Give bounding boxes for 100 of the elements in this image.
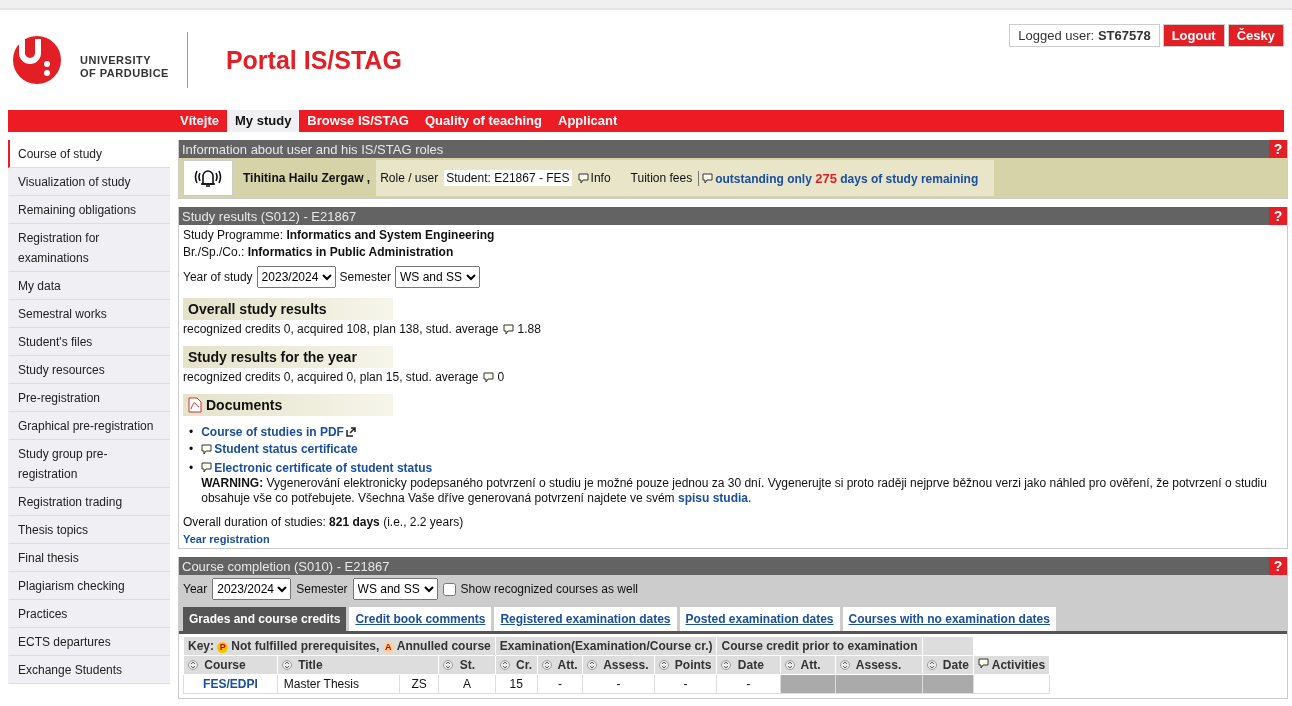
- bullet: •: [189, 425, 194, 439]
- logged-user: Logged user: ST67578: [1009, 24, 1160, 47]
- sidebar-item[interactable]: Semestral works: [8, 300, 170, 328]
- sort-icon[interactable]: [926, 660, 937, 670]
- sidebar-item[interactable]: Registration trading: [8, 488, 170, 516]
- results-tab[interactable]: Courses with no examination dates: [842, 607, 1056, 631]
- file-link[interactable]: spisu studia: [677, 491, 748, 505]
- results-text: recognized credits 0, acquired 0, plan 15, stud. average: [183, 370, 479, 384]
- document-link[interactable]: Course of studies in PDF: [201, 425, 344, 439]
- sidebar-item[interactable]: Final thesis: [8, 544, 170, 572]
- duration-text: Overall duration of studies: 821 days (i.e., 2.2 years): [183, 515, 465, 530]
- sort-icon[interactable]: [839, 660, 850, 670]
- documents-title: Documents: [206, 397, 283, 413]
- logout-button[interactable]: Logout: [1162, 24, 1225, 47]
- sidebar-item[interactable]: ECTS departures: [8, 628, 170, 656]
- results-tab[interactable]: Grades and course credits: [183, 607, 347, 631]
- comment-icon: [577, 172, 589, 184]
- sidebar-item[interactable]: Graphical pre-registration: [8, 412, 170, 440]
- results-tab[interactable]: Posted examination dates: [679, 607, 840, 631]
- sort-icon[interactable]: [587, 660, 598, 670]
- sort-icon[interactable]: [499, 660, 510, 670]
- sort-icon[interactable]: [721, 660, 732, 670]
- sidebar-item[interactable]: Study resources: [8, 356, 170, 384]
- key-legend: Key: P Not fulfilled prerequisites, A Annulled course: [183, 636, 496, 656]
- university-name: UNIVERSITY OF PARDUBICE: [80, 54, 169, 80]
- sidebar-item[interactable]: Visualization of study: [8, 168, 170, 196]
- sidebar-item[interactable]: My data: [8, 272, 170, 300]
- recognized-checkbox[interactable]: [442, 582, 456, 596]
- sidebar-item[interactable]: Remaining obligations: [8, 196, 170, 224]
- sort-icon[interactable]: [443, 660, 454, 670]
- bell-icon: [194, 167, 222, 189]
- help-button[interactable]: ?: [1269, 140, 1287, 158]
- section-title: Course completion (S010) - E21867: [182, 558, 390, 574]
- section-title: Information about user and his IS/STAG roles: [182, 141, 444, 157]
- year-select[interactable]: 2023/2024: [212, 578, 292, 600]
- average-value: 0: [497, 370, 505, 384]
- sort-icon[interactable]: [541, 660, 552, 670]
- comment-icon: [201, 462, 213, 473]
- sort-icon[interactable]: [188, 660, 198, 670]
- comment-icon: [482, 371, 494, 383]
- notification-button[interactable]: [183, 160, 233, 196]
- sort-icon[interactable]: [784, 660, 795, 670]
- sort-icon[interactable]: [658, 660, 669, 670]
- semester-label: Semester: [339, 270, 391, 284]
- sidebar-item[interactable]: Pre-registration: [8, 384, 170, 412]
- role-value[interactable]: Student: E21867 - FES: [444, 170, 572, 186]
- university-logo[interactable]: [12, 35, 62, 85]
- semester-select[interactable]: WS and SS: [394, 266, 480, 288]
- sidebar-item[interactable]: Practices: [8, 600, 170, 628]
- role-label: Role / user: [380, 171, 439, 185]
- average-value: 1.88: [517, 322, 541, 336]
- bullet: •: [189, 460, 194, 477]
- sidebar-item[interactable]: Course of study: [8, 140, 170, 168]
- column-header[interactable]: Activities: [973, 655, 1050, 675]
- section-title: Study results (S012) - E21867: [182, 208, 357, 224]
- comment-icon: [201, 443, 213, 455]
- sidebar-item[interactable]: Plagiarism checking: [8, 572, 170, 600]
- year-label: Year: [183, 582, 208, 596]
- nav-tab[interactable]: My study: [227, 110, 300, 132]
- sidebar-item[interactable]: Student's files: [8, 328, 170, 356]
- programme-text: Study Programme: Informatics and System Engineering: [183, 228, 496, 243]
- column-group-header: Course credit prior to examination: [716, 636, 922, 656]
- subsection-heading: Study results for the year: [183, 346, 393, 368]
- comment-icon: [702, 172, 714, 184]
- comment-icon: [977, 658, 989, 669]
- bullet: •: [189, 442, 194, 458]
- sort-icon[interactable]: [281, 660, 292, 670]
- branch-text: Br./Sp./Co.: Informatics in Public Administration: [183, 245, 455, 260]
- comment-icon: [502, 323, 514, 335]
- sidebar-item[interactable]: Exchange Students: [8, 656, 170, 684]
- results-text: recognized credits 0, acquired 108, plan 138, stud. average: [183, 322, 499, 336]
- fees-label: Tuition fees: [630, 171, 693, 185]
- external-link-icon: [345, 427, 356, 437]
- info-label[interactable]: Info: [590, 171, 611, 185]
- user-name: Tihitina Hailu Zergaw ,: [242, 171, 372, 185]
- language-button[interactable]: Česky: [1227, 24, 1284, 47]
- nav-tab[interactable]: Browse IS/STAG: [299, 110, 417, 132]
- sidebar-item[interactable]: Thesis topics: [8, 516, 170, 544]
- results-tab[interactable]: Credit book comments: [349, 607, 492, 631]
- sidebar-item[interactable]: Registration for examinations: [8, 224, 170, 272]
- document-link[interactable]: Student status certificate: [214, 442, 358, 456]
- portal-title: Portal IS/STAG: [225, 45, 402, 75]
- semester-select[interactable]: WS and SS: [352, 578, 438, 600]
- fees-link[interactable]: outstanding only 275 days of study remaining: [698, 170, 979, 186]
- column-group-header: Examination(Examination/Course cr.): [495, 636, 717, 656]
- checkbox-label: Show recognized courses as well: [460, 582, 639, 596]
- help-button[interactable]: ?: [1269, 207, 1287, 225]
- help-button[interactable]: ?: [1269, 557, 1287, 575]
- results-tab[interactable]: Registered examination dates: [494, 607, 677, 631]
- warning-text: WARNING: Vygenerování elektronicky podepsaného potvrzení o studiu je možné pouze jednou za 30 dní. Vygenerujte si proto raději nejprve běžnou verzi jako náhled pro ověření, že potvrzení o studiu obsahuje vše co potřebujete. Všechna Vaše dříve generovaná potvrzení najdete ve svém spisu studia.: [201, 476, 1268, 506]
- subsection-heading: Overall study results: [183, 298, 393, 320]
- document-link[interactable]: Electronic certificate of student status: [214, 460, 433, 475]
- nav-tab[interactable]: Quality of teaching: [417, 110, 550, 132]
- year-registration-link[interactable]: Year registration: [183, 533, 270, 545]
- sidebar-item[interactable]: Study group pre-registration: [8, 440, 170, 488]
- nav-tab[interactable]: Vítejte: [172, 110, 227, 132]
- year-select[interactable]: 2023/2024: [256, 266, 336, 288]
- nav-tab[interactable]: Applicant: [550, 110, 626, 132]
- pdf-icon: [188, 397, 202, 413]
- year-label: Year of study: [183, 270, 253, 284]
